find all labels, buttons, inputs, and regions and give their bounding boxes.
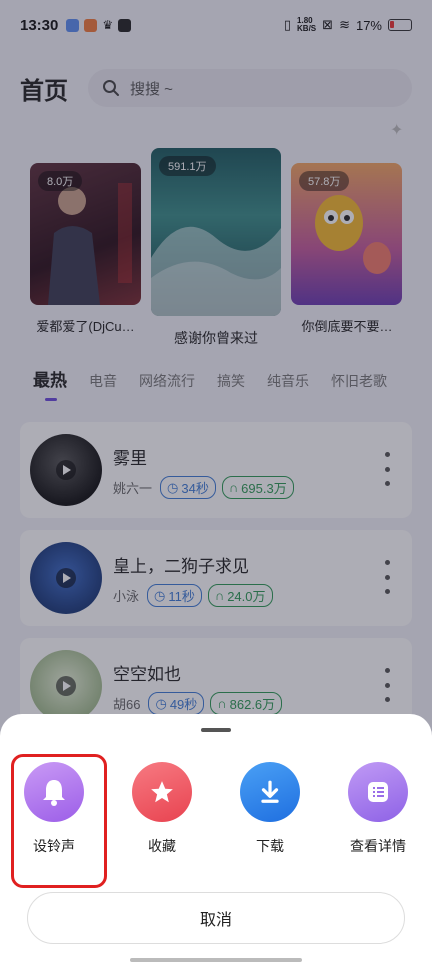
download-label: 下载 bbox=[256, 838, 284, 854]
gesture-nav-bar bbox=[130, 958, 302, 962]
star-icon bbox=[132, 762, 192, 822]
action-sheet: 设铃声 收藏 下载 查看详情 取消 bbox=[0, 714, 432, 964]
favorite-label: 收藏 bbox=[148, 838, 176, 854]
sheet-drag-handle[interactable] bbox=[201, 728, 231, 732]
cancel-button[interactable]: 取消 bbox=[27, 892, 405, 944]
view-details-label: 查看详情 bbox=[350, 838, 406, 854]
favorite-button[interactable]: 收藏 bbox=[122, 762, 202, 856]
details-icon bbox=[348, 762, 408, 822]
download-icon bbox=[240, 762, 300, 822]
download-button[interactable]: 下载 bbox=[230, 762, 310, 856]
view-details-button[interactable]: 查看详情 bbox=[338, 762, 418, 856]
highlight-box bbox=[11, 754, 107, 888]
